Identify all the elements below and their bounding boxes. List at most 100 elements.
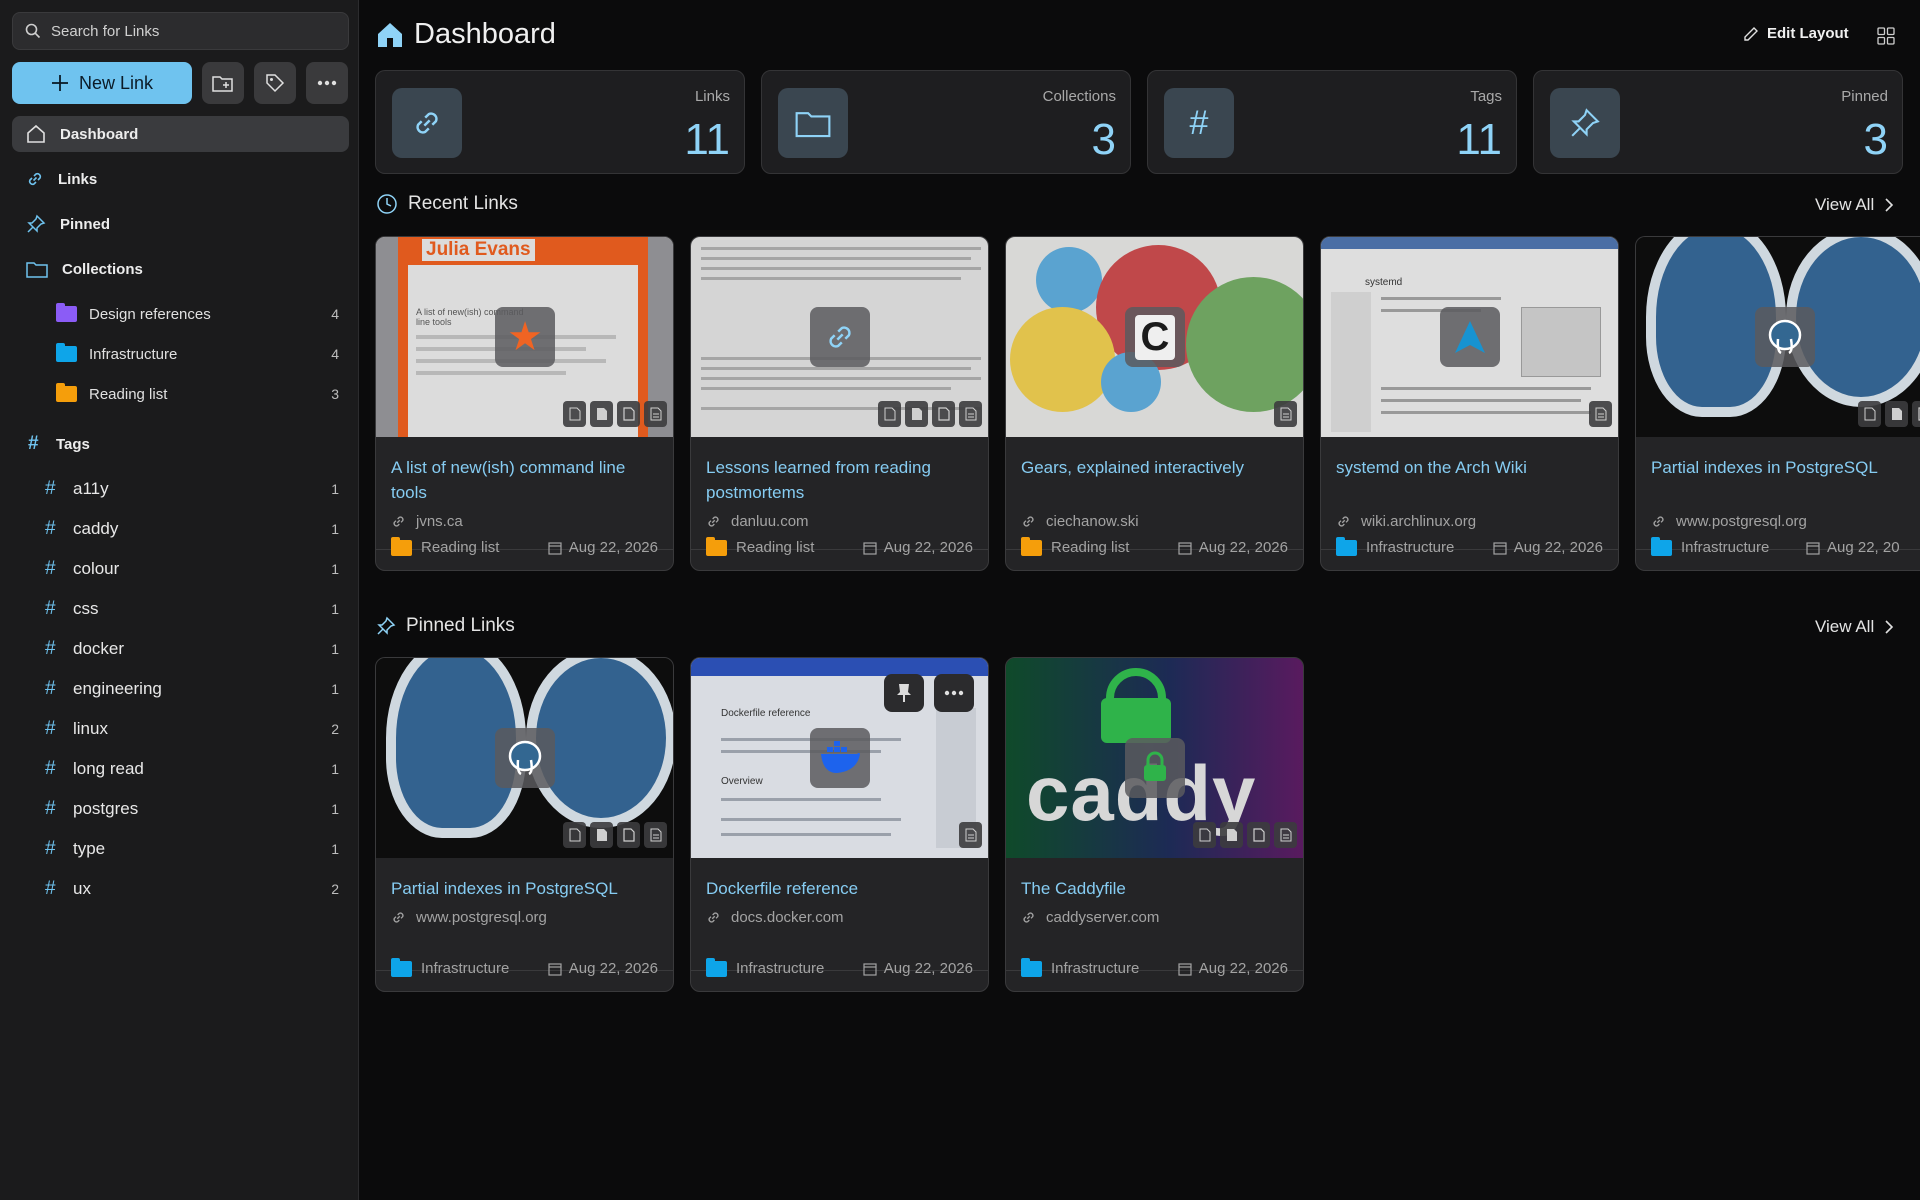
tag-item-type[interactable]: # type 1 <box>12 829 349 869</box>
card-collection[interactable]: Reading list <box>1021 536 1130 556</box>
collection-name: Infrastructure <box>1366 539 1455 556</box>
more-options-button[interactable] <box>306 62 348 104</box>
stat-card-collections[interactable]: Collections 3 <box>761 70 1131 174</box>
link-title[interactable]: Lessons learned from reading postmortems <box>706 455 976 505</box>
tag-item-caddy[interactable]: # caddy 1 <box>12 509 349 549</box>
tag-item-a11y[interactable]: # a11y 1 <box>12 469 349 509</box>
link-card[interactable]: Julia Evans A list of new(ish) command l… <box>375 236 674 571</box>
link-preview <box>691 237 988 437</box>
domain-text: docs.docker.com <box>731 909 844 926</box>
link-preview: C <box>1006 237 1303 437</box>
tag-item-css[interactable]: # css 1 <box>12 589 349 629</box>
pin-button[interactable] <box>884 674 924 712</box>
collection-item-design-references[interactable]: Design references 4 <box>12 294 349 334</box>
card-collection[interactable]: Reading list <box>706 536 814 556</box>
star-icon: ★ <box>495 307 555 367</box>
text-file-icon <box>644 401 667 427</box>
grid-icon[interactable] <box>1877 27 1895 45</box>
image-file-icon <box>590 822 613 848</box>
home-icon <box>378 22 402 47</box>
link-card[interactable]: Partial indexes in PostgreSQL www.postgr… <box>1635 236 1920 571</box>
link-title[interactable]: The Caddyfile <box>1021 876 1291 901</box>
link-card[interactable]: Lessons learned from reading postmortems… <box>690 236 989 571</box>
pinned-view-all-link[interactable]: View All <box>1815 617 1894 637</box>
stat-card-pinned[interactable]: Pinned 3 <box>1533 70 1903 174</box>
link-card[interactable]: Dockerfile reference Overview Dockerfile… <box>690 657 989 992</box>
format-icons <box>1193 822 1297 848</box>
link-title[interactable]: Partial indexes in PostgreSQL <box>391 876 661 901</box>
card-collection[interactable]: Reading list <box>391 536 499 556</box>
link-card[interactable]: caddy The Caddyfile caddyserver.com Infr… <box>1005 657 1304 992</box>
pdf-file-icon <box>1247 822 1270 848</box>
recent-view-all-link[interactable]: View All <box>1815 195 1894 215</box>
format-icons <box>1858 401 1920 427</box>
card-collection[interactable]: Infrastructure <box>706 957 824 977</box>
tag-item-colour[interactable]: # colour 1 <box>12 549 349 589</box>
tag-item-docker[interactable]: # docker 1 <box>12 629 349 669</box>
stat-card-links[interactable]: Links 11 <box>375 70 745 174</box>
card-date: Aug 22, 2026 <box>548 539 658 556</box>
tag-item-ux[interactable]: # ux 2 <box>12 869 349 909</box>
sidebar-item-links[interactable]: Links <box>12 161 349 197</box>
hash-icon: # <box>45 798 56 819</box>
collection-count: 4 <box>331 346 339 362</box>
link-title[interactable]: Partial indexes in PostgreSQL <box>1651 455 1920 480</box>
sidebar-item-pinned[interactable]: Pinned <box>12 206 349 242</box>
tag-item-engineering[interactable]: # engineering 1 <box>12 669 349 709</box>
hash-icon: # <box>45 878 56 899</box>
link-title[interactable]: Dockerfile reference <box>706 876 976 901</box>
sidebar-item-tags[interactable]: # Tags <box>12 426 349 462</box>
link-icon <box>28 172 42 186</box>
new-tag-button[interactable] <box>254 62 296 104</box>
link-title[interactable]: systemd on the Arch Wiki <box>1336 455 1606 480</box>
stat-value: 3 <box>1091 115 1116 164</box>
edit-layout-button[interactable]: Edit Layout <box>1743 25 1849 42</box>
stat-value: 3 <box>1863 115 1888 164</box>
thumb-heading: systemd <box>1365 277 1403 288</box>
search-input[interactable] <box>51 22 331 40</box>
image-file-icon <box>590 401 613 427</box>
html-file-icon <box>563 822 586 848</box>
tag-name: caddy <box>73 519 119 538</box>
new-collection-button[interactable] <box>202 62 244 104</box>
card-date: Aug 22, 2026 <box>548 960 658 977</box>
tag-item-long-read[interactable]: # long read 1 <box>12 749 349 789</box>
pin-icon <box>27 214 46 233</box>
tag-name: long read <box>73 759 144 778</box>
new-link-button[interactable]: New Link <box>12 62 192 104</box>
card-collection[interactable]: Infrastructure <box>1021 957 1139 977</box>
tag-item-postgres[interactable]: # postgres 1 <box>12 789 349 829</box>
link-icon <box>1338 516 1349 527</box>
tag-item-linux[interactable]: # linux 2 <box>12 709 349 749</box>
link-card[interactable]: C Gears, explained interactively ciechan… <box>1005 236 1304 571</box>
calendar-icon <box>1178 962 1192 976</box>
sidebar-item-collections[interactable]: Collections <box>12 251 349 287</box>
link-card[interactable]: Partial indexes in PostgreSQL www.postgr… <box>375 657 674 992</box>
sidebar-item-label: Pinned <box>60 215 111 233</box>
collection-item-reading-list[interactable]: Reading list 3 <box>12 374 349 414</box>
folder-icon <box>56 303 77 322</box>
link-icon <box>1653 516 1664 527</box>
card-collection[interactable]: Infrastructure <box>391 957 510 977</box>
more-options-button[interactable] <box>934 674 974 712</box>
collection-name: Reading list <box>1051 539 1130 556</box>
collection-item-infrastructure[interactable]: Infrastructure 4 <box>12 334 349 374</box>
card-collection[interactable]: Infrastructure <box>1651 536 1769 556</box>
search-box[interactable] <box>12 12 349 50</box>
link-icon <box>810 307 870 367</box>
more-horizontal-icon <box>944 690 964 696</box>
stat-card-tags[interactable]: # Tags 11 <box>1147 70 1517 174</box>
collection-name: Infrastructure <box>421 960 510 977</box>
card-collection[interactable]: Infrastructure <box>1336 536 1455 556</box>
hash-icon: # <box>45 838 56 859</box>
thumb-subheading: Overview <box>721 776 763 787</box>
sidebar-item-dashboard[interactable]: Dashboard <box>12 116 349 152</box>
link-title[interactable]: A list of new(ish) command line tools <box>391 455 661 505</box>
calendar-icon <box>1806 541 1820 555</box>
domain-text: jvns.ca <box>416 513 463 530</box>
folder-icon <box>26 262 48 278</box>
link-title[interactable]: Gears, explained interactively <box>1021 455 1291 480</box>
link-preview <box>1636 237 1920 437</box>
link-card[interactable]: systemd systemd on the Arch Wiki wiki.ar… <box>1320 236 1619 571</box>
section-title: Pinned Links <box>406 615 515 636</box>
